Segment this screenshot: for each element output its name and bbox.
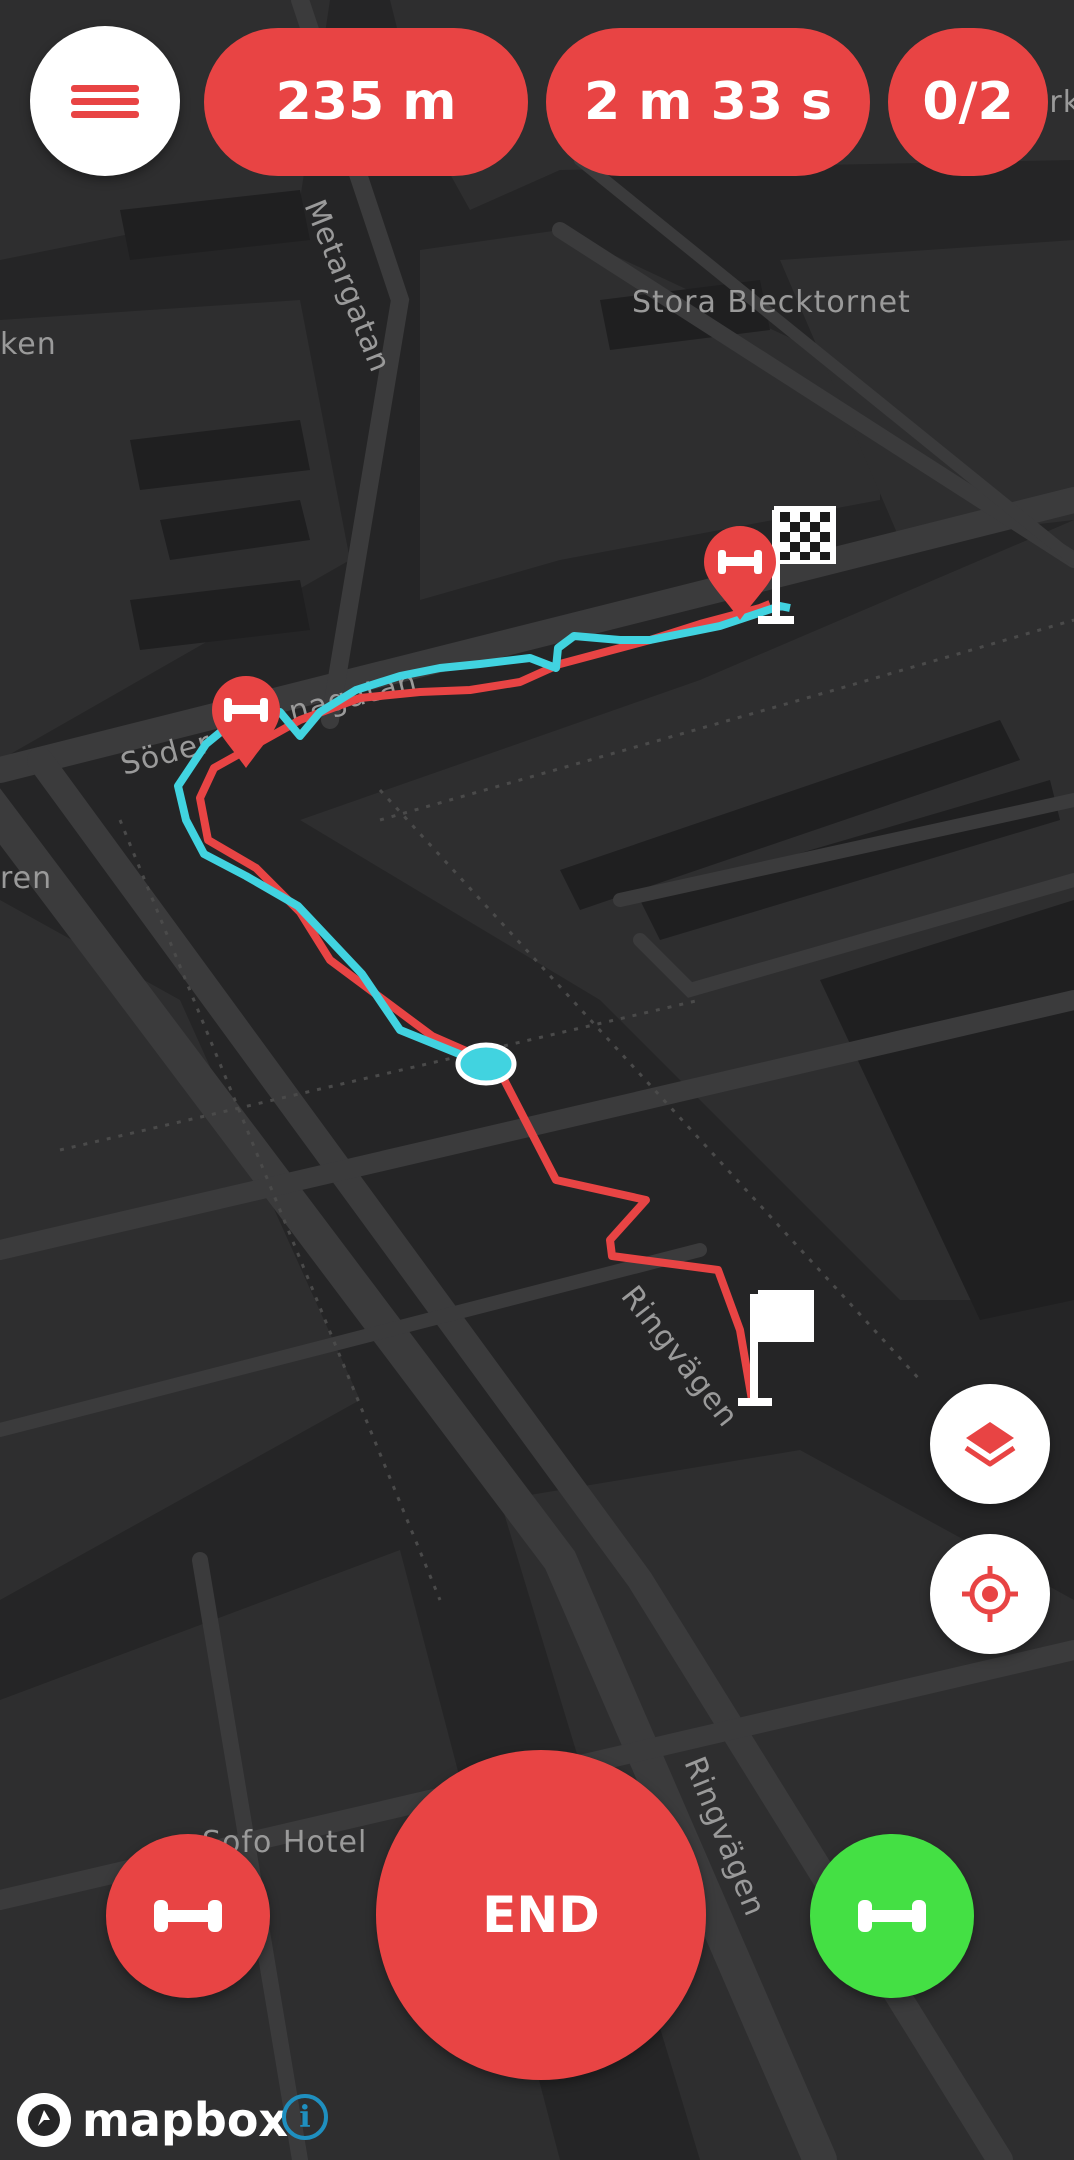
mapbox-icon xyxy=(17,2093,71,2147)
dumbbell-icon xyxy=(858,1900,926,1932)
waypoint-pin-1[interactable] xyxy=(212,676,280,768)
menu-button[interactable] xyxy=(30,26,180,176)
label-ken: ken xyxy=(0,327,57,362)
end-button[interactable]: END xyxy=(376,1750,706,2080)
layers-icon xyxy=(964,1422,1016,1467)
label-ringvagen-1: Ringvägen xyxy=(614,1279,746,1434)
current-location-dot xyxy=(455,1042,517,1086)
mapbox-wordmark: mapbox xyxy=(82,2093,289,2147)
layers-button[interactable] xyxy=(930,1384,1050,1504)
locate-button[interactable] xyxy=(930,1534,1050,1654)
right-exercise-button[interactable] xyxy=(810,1834,974,1998)
label-ren: ren xyxy=(0,861,52,896)
duration-badge: 2 m 33 s xyxy=(546,28,870,176)
menu-icon xyxy=(71,79,139,124)
label-stora-blecktornet: Stora Blecktornet xyxy=(632,285,911,320)
end-label: END xyxy=(482,1886,600,1944)
progress-value: 0/2 xyxy=(922,72,1014,132)
distance-value: 235 m xyxy=(275,72,457,132)
crosshair-icon xyxy=(962,1566,1018,1622)
distance-badge: 235 m xyxy=(204,28,528,176)
left-exercise-button[interactable] xyxy=(106,1834,270,1998)
info-icon[interactable]: i xyxy=(282,2094,328,2140)
dumbbell-icon xyxy=(154,1900,222,1932)
duration-value: 2 m 33 s xyxy=(584,72,832,132)
mapbox-logo[interactable]: mapbox xyxy=(14,2090,288,2150)
progress-badge: 0/2 xyxy=(888,28,1048,176)
